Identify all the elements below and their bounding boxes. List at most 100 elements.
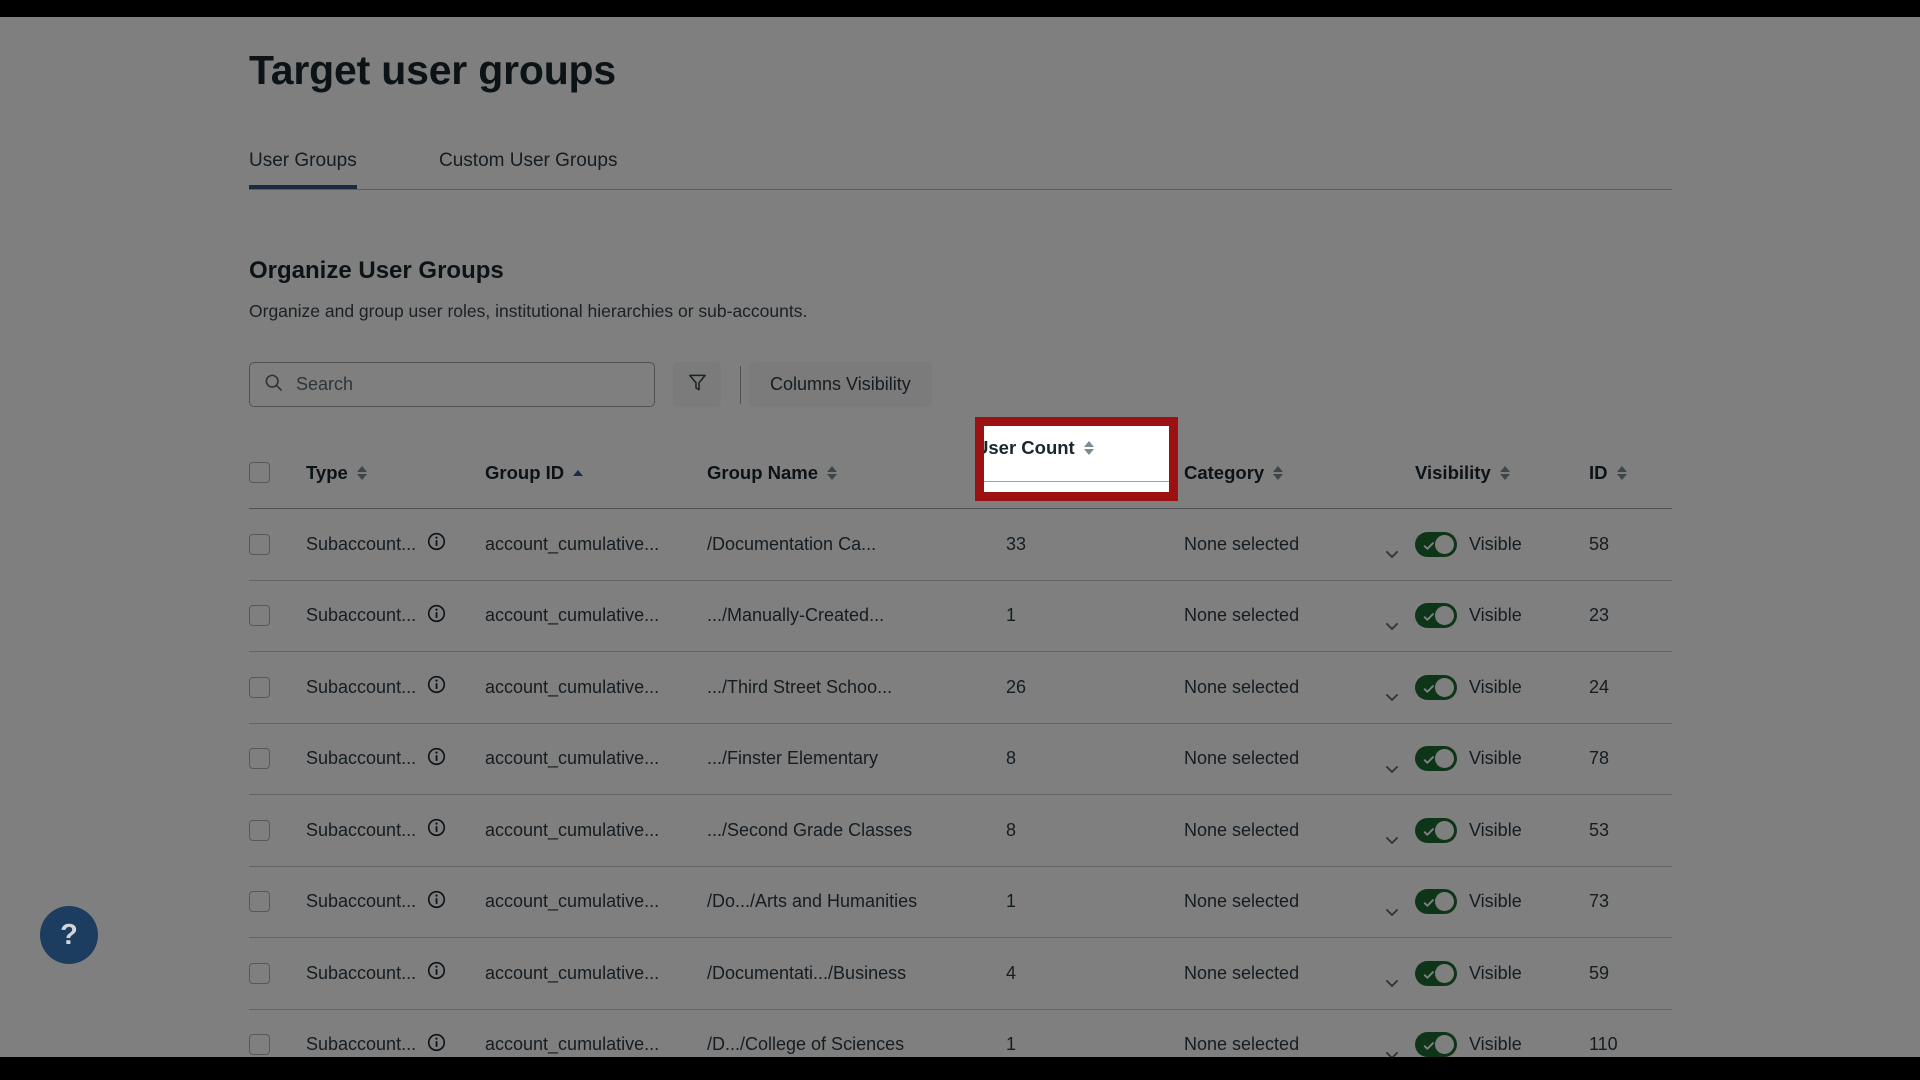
cell-category: None selected: [1184, 891, 1398, 916]
table-row[interactable]: Subaccount... account_cumulative... .../Fi…: [249, 724, 1672, 795]
sort-icon-type[interactable]: [356, 465, 367, 480]
row-checkbox[interactable]: [249, 1034, 270, 1056]
column-header-id[interactable]: ID: [1589, 462, 1627, 484]
sort-icon-group-id[interactable]: [573, 469, 584, 476]
toggle-switch-on[interactable]: [1415, 817, 1457, 843]
info-icon[interactable]: [427, 532, 446, 556]
column-header-category[interactable]: Category: [1184, 462, 1284, 484]
info-icon[interactable]: [427, 604, 446, 628]
visibility-label: Visible: [1469, 533, 1522, 554]
visibility-toggle[interactable]: Visible: [1415, 817, 1529, 843]
row-checkbox[interactable]: [249, 748, 270, 770]
row-checkbox[interactable]: [249, 962, 270, 984]
filter-button[interactable]: [673, 362, 721, 407]
visibility-toggle[interactable]: Visible: [1415, 1032, 1529, 1057]
column-header-group-name[interactable]: Group Name: [707, 462, 838, 484]
category-dropdown[interactable]: None selected: [1184, 1034, 1398, 1057]
visibility-toggle[interactable]: Visible: [1415, 746, 1529, 772]
category-dropdown[interactable]: None selected: [1184, 677, 1398, 702]
highlighted-user-count-header[interactable]: User Count: [984, 426, 1169, 492]
visibility-toggle[interactable]: Visible: [1415, 603, 1529, 629]
table-row[interactable]: Subaccount... account_cumulative... .../Th…: [249, 652, 1672, 724]
cell-user-count: 1: [1006, 891, 1017, 912]
toggle-switch-on[interactable]: [1415, 531, 1457, 557]
table-row[interactable]: Subaccount... account_cumulative... /Docum…: [249, 938, 1672, 1010]
visibility-toggle[interactable]: Visible: [1415, 531, 1529, 557]
select-all-checkbox[interactable]: [249, 462, 270, 483]
cell-group-name: /Documentation Ca...: [707, 533, 877, 554]
info-icon[interactable]: [427, 961, 446, 985]
row-checkbox[interactable]: [249, 533, 270, 555]
row-checkbox[interactable]: [249, 605, 270, 627]
category-dropdown[interactable]: None selected: [1184, 534, 1398, 559]
table-row[interactable]: Subaccount... account_cumulative... .../Ma…: [249, 581, 1672, 652]
cell-type-label: Subaccount...: [306, 533, 417, 554]
cell-id: 58: [1589, 533, 1610, 554]
column-header-visibility[interactable]: Visibility: [1415, 462, 1510, 484]
sort-icon-visibility[interactable]: [1499, 465, 1510, 480]
row-select-cell: [249, 533, 270, 555]
cell-group-name: .../Second Grade Classes: [707, 819, 913, 840]
toggle-switch-on[interactable]: [1415, 960, 1457, 986]
category-dropdown[interactable]: None selected: [1184, 605, 1398, 630]
cell-group-name: .../Manually-Created...: [707, 605, 885, 626]
columns-visibility-button[interactable]: Columns Visibility: [749, 362, 932, 407]
toggle-switch-on[interactable]: [1415, 1032, 1457, 1057]
column-header-group-id[interactable]: Group ID: [485, 461, 584, 484]
category-dropdown[interactable]: None selected: [1184, 962, 1398, 988]
category-dropdown[interactable]: None selected: [1184, 891, 1398, 916]
cell-user-count: 8: [1006, 819, 1017, 840]
info-icon[interactable]: [427, 1033, 446, 1057]
table-row[interactable]: Subaccount... account_cumulative... .../Se…: [249, 795, 1672, 867]
sort-icon-group-name[interactable]: [827, 465, 838, 480]
sort-icon-id[interactable]: [1616, 465, 1627, 480]
info-icon[interactable]: [427, 675, 446, 699]
check-icon: [1423, 1039, 1435, 1057]
column-header-group-id-label: Group ID: [485, 461, 565, 483]
toggle-switch-on[interactable]: [1415, 746, 1457, 772]
toggle-switch-on[interactable]: [1415, 889, 1457, 915]
visibility-label: Visible: [1469, 962, 1522, 983]
sort-icon-category[interactable]: [1273, 465, 1284, 480]
category-dropdown[interactable]: None selected: [1184, 820, 1398, 845]
info-icon[interactable]: [427, 890, 446, 914]
row-checkbox[interactable]: [249, 819, 270, 841]
row-checkbox[interactable]: [249, 891, 270, 913]
cell-id: 23: [1589, 605, 1610, 626]
check-icon: [1423, 825, 1435, 843]
check-icon: [1423, 968, 1435, 986]
toggle-switch-on[interactable]: [1415, 674, 1457, 700]
table-row[interactable]: Subaccount... account_cumulative... /Do...…: [249, 867, 1672, 938]
visibility-toggle[interactable]: Visible: [1415, 889, 1529, 915]
cell-category: None selected: [1184, 1034, 1398, 1057]
info-icon[interactable]: [427, 747, 446, 771]
row-checkbox[interactable]: [249, 676, 270, 698]
sort-icon-user-count-highlight[interactable]: [1083, 441, 1094, 455]
info-icon[interactable]: [427, 818, 446, 842]
category-dropdown[interactable]: None selected: [1184, 748, 1398, 773]
toggle-knob: [1435, 892, 1454, 912]
cell-type: Subaccount...: [306, 747, 446, 771]
cell-type-label: Subaccount...: [306, 1034, 417, 1055]
cell-visibility: Visible: [1415, 674, 1529, 700]
cell-group-name: /D.../College of Sciences: [707, 1034, 905, 1055]
visibility-toggle[interactable]: Visible: [1415, 960, 1529, 986]
visibility-toggle[interactable]: Visible: [1415, 674, 1529, 700]
category-value: None selected: [1184, 962, 1300, 983]
cell-type: Subaccount...: [306, 604, 446, 628]
cell-type-label: Subaccount...: [306, 676, 417, 697]
help-button[interactable]: ?: [40, 906, 98, 964]
toggle-switch-on[interactable]: [1415, 603, 1457, 629]
search-input[interactable]: Search: [249, 362, 655, 407]
table-row[interactable]: Subaccount... account_cumulative... /D.../…: [249, 1010, 1672, 1057]
cell-user-count: 4: [1006, 962, 1017, 983]
tab-custom-user-groups[interactable]: Custom User Groups: [439, 150, 617, 185]
check-icon: [1423, 753, 1435, 771]
tab-user-groups[interactable]: User Groups: [249, 150, 357, 189]
column-header-type[interactable]: Type: [306, 462, 367, 484]
cell-category: None selected: [1184, 748, 1398, 773]
table-row[interactable]: Subaccount... account_cumulative... /Docum…: [249, 509, 1672, 581]
cell-visibility: Visible: [1415, 817, 1529, 843]
visibility-label: Visible: [1469, 819, 1522, 840]
cell-visibility: Visible: [1415, 1032, 1529, 1057]
